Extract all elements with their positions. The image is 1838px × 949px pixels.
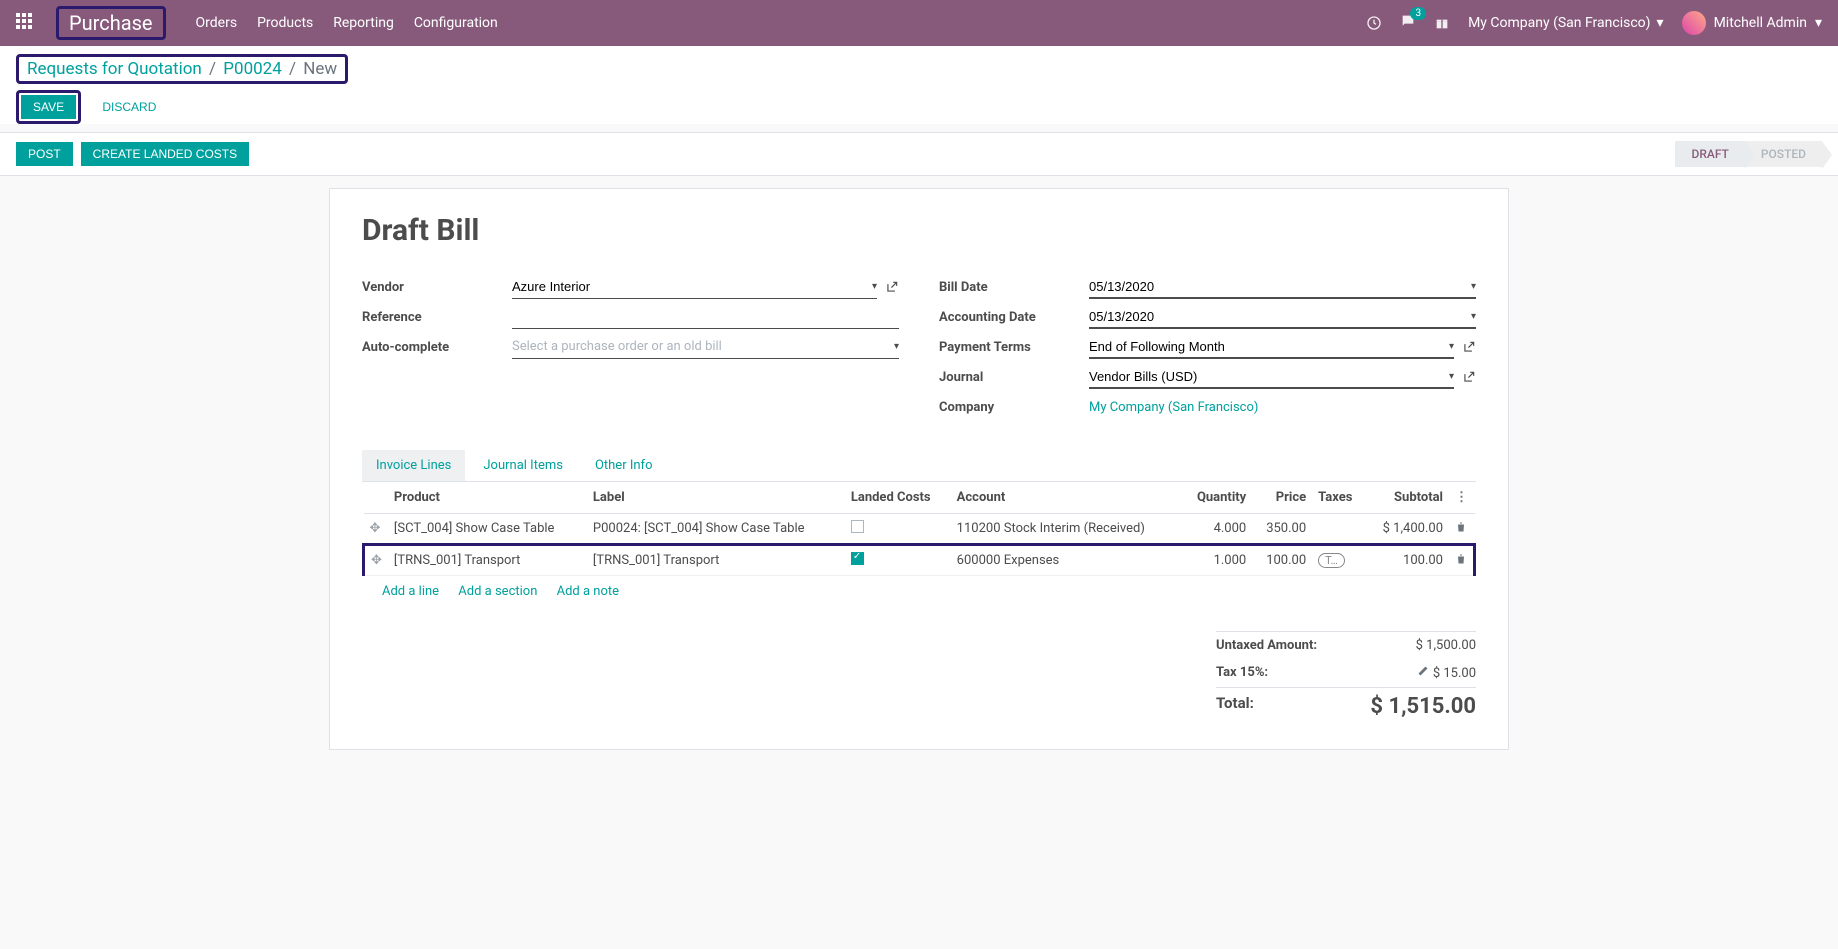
- chevron-down-icon[interactable]: ▾: [1471, 281, 1476, 292]
- chevron-down-icon: ▾: [1657, 15, 1664, 31]
- auto-complete-field[interactable]: Select a purchase order or an old bill ▾: [512, 335, 899, 359]
- nav-orders[interactable]: Orders: [196, 15, 238, 31]
- tax-label: Tax 15%:: [1216, 665, 1268, 681]
- untaxed-label: Untaxed Amount:: [1216, 638, 1317, 653]
- invoice-lines-table: Product Label Landed Costs Account Quant…: [362, 482, 1476, 576]
- external-link-icon[interactable]: [1462, 340, 1476, 354]
- save-button[interactable]: SAVE: [21, 95, 76, 119]
- th-taxes: Taxes: [1312, 482, 1365, 514]
- drag-handle-icon[interactable]: ✥: [371, 553, 382, 568]
- breadcrumb-middle[interactable]: P00024: [223, 59, 282, 79]
- th-price: Price: [1252, 482, 1312, 514]
- chevron-down-icon[interactable]: ▾: [1449, 341, 1454, 352]
- journal-field[interactable]: ▾: [1089, 365, 1454, 389]
- company-link[interactable]: My Company (San Francisco): [1089, 400, 1258, 415]
- drag-handle-icon[interactable]: ✥: [370, 521, 381, 536]
- company-selector[interactable]: My Company (San Francisco) ▾: [1468, 15, 1663, 31]
- totals: Untaxed Amount: $ 1,500.00 Tax 15%: $ 15…: [362, 631, 1476, 725]
- status-draft[interactable]: DRAFT: [1675, 141, 1744, 167]
- tax-value[interactable]: $ 15.00: [1417, 665, 1476, 681]
- messages-icon[interactable]: 3: [1400, 13, 1416, 33]
- chevron-down-icon[interactable]: ▾: [872, 281, 877, 292]
- landed-checkbox[interactable]: [851, 552, 864, 565]
- payment-terms-label: Payment Terms: [939, 340, 1089, 355]
- nav-reporting[interactable]: Reporting: [333, 15, 394, 31]
- auto-complete-label: Auto-complete: [362, 340, 512, 355]
- add-section-link[interactable]: Add a section: [458, 584, 537, 599]
- action-bar: POST CREATE LANDED COSTS DRAFT POSTED: [0, 132, 1838, 176]
- trash-icon[interactable]: [1455, 521, 1467, 533]
- clock-icon[interactable]: [1366, 15, 1382, 31]
- bill-date-label: Bill Date: [939, 280, 1089, 295]
- vendor-field[interactable]: ▾: [512, 275, 877, 299]
- tab-other-info[interactable]: Other Info: [581, 450, 667, 481]
- table-row[interactable]: ✥ [TRNS_001] Transport [TRNS_001] Transp…: [364, 545, 1475, 576]
- total-value: $ 1,515.00: [1370, 694, 1476, 719]
- gift-icon[interactable]: [1434, 15, 1450, 31]
- untaxed-value: $ 1,500.00: [1416, 638, 1476, 653]
- th-account: Account: [951, 482, 1182, 514]
- th-subtotal: Subtotal: [1366, 482, 1450, 514]
- breadcrumb-current: New: [303, 59, 337, 79]
- external-link-icon[interactable]: [1462, 370, 1476, 384]
- th-landed: Landed Costs: [845, 482, 951, 514]
- total-label: Total:: [1216, 694, 1254, 719]
- breadcrumb: Requests for Quotation / P00024 / New: [16, 54, 348, 84]
- post-button[interactable]: POST: [16, 142, 73, 166]
- vendor-label: Vendor: [362, 280, 512, 295]
- journal-label: Journal: [939, 370, 1089, 385]
- chevron-down-icon[interactable]: ▾: [1471, 311, 1476, 322]
- nav-links: Orders Products Reporting Configuration: [196, 15, 1367, 31]
- create-landed-costs-button[interactable]: CREATE LANDED COSTS: [81, 142, 249, 166]
- tax-tag: T…: [1318, 553, 1345, 568]
- add-note-link[interactable]: Add a note: [557, 584, 619, 599]
- page-title: Draft Bill: [362, 213, 1476, 248]
- avatar: [1682, 11, 1706, 35]
- brand-title[interactable]: Purchase: [56, 6, 166, 40]
- user-menu[interactable]: Mitchell Admin ▾: [1682, 11, 1822, 35]
- breadcrumb-root[interactable]: Requests for Quotation: [27, 59, 202, 79]
- form-sheet: Draft Bill Vendor ▾ Reference Auto-compl…: [329, 188, 1509, 750]
- th-quantity: Quantity: [1182, 482, 1253, 514]
- company-label: Company: [939, 400, 1089, 415]
- external-link-icon[interactable]: [885, 280, 899, 294]
- column-menu-icon[interactable]: ⋮: [1455, 490, 1468, 505]
- discard-button[interactable]: DISCARD: [92, 95, 166, 119]
- accounting-date-label: Accounting Date: [939, 310, 1089, 325]
- tab-journal-items[interactable]: Journal Items: [469, 450, 577, 481]
- status-posted[interactable]: POSTED: [1745, 141, 1822, 167]
- th-product: Product: [388, 482, 587, 514]
- add-line-link[interactable]: Add a line: [382, 584, 439, 599]
- chevron-down-icon: ▾: [1815, 15, 1822, 31]
- payment-terms-field[interactable]: ▾: [1089, 335, 1454, 359]
- table-row[interactable]: ✥ [SCT_004] Show Case Table P00024: [SCT…: [364, 514, 1475, 545]
- th-label: Label: [587, 482, 845, 514]
- apps-icon[interactable]: [16, 13, 36, 33]
- top-navbar: Purchase Orders Products Reporting Confi…: [0, 0, 1838, 46]
- pencil-icon[interactable]: [1417, 665, 1429, 677]
- chevron-down-icon[interactable]: ▾: [894, 341, 899, 352]
- nav-products[interactable]: Products: [257, 15, 313, 31]
- control-panel: Requests for Quotation / P00024 / New SA…: [0, 46, 1838, 124]
- trash-icon[interactable]: [1455, 553, 1467, 565]
- nav-configuration[interactable]: Configuration: [414, 15, 498, 31]
- chevron-down-icon[interactable]: ▾: [1449, 371, 1454, 382]
- bill-date-field[interactable]: ▾: [1089, 275, 1476, 299]
- reference-field[interactable]: [512, 305, 899, 329]
- tabs: Invoice Lines Journal Items Other Info: [362, 450, 1476, 482]
- landed-checkbox[interactable]: [851, 520, 864, 533]
- status-bar: DRAFT POSTED: [1675, 141, 1822, 167]
- reference-label: Reference: [362, 310, 512, 325]
- accounting-date-field[interactable]: ▾: [1089, 305, 1476, 329]
- tab-invoice-lines[interactable]: Invoice Lines: [362, 450, 465, 481]
